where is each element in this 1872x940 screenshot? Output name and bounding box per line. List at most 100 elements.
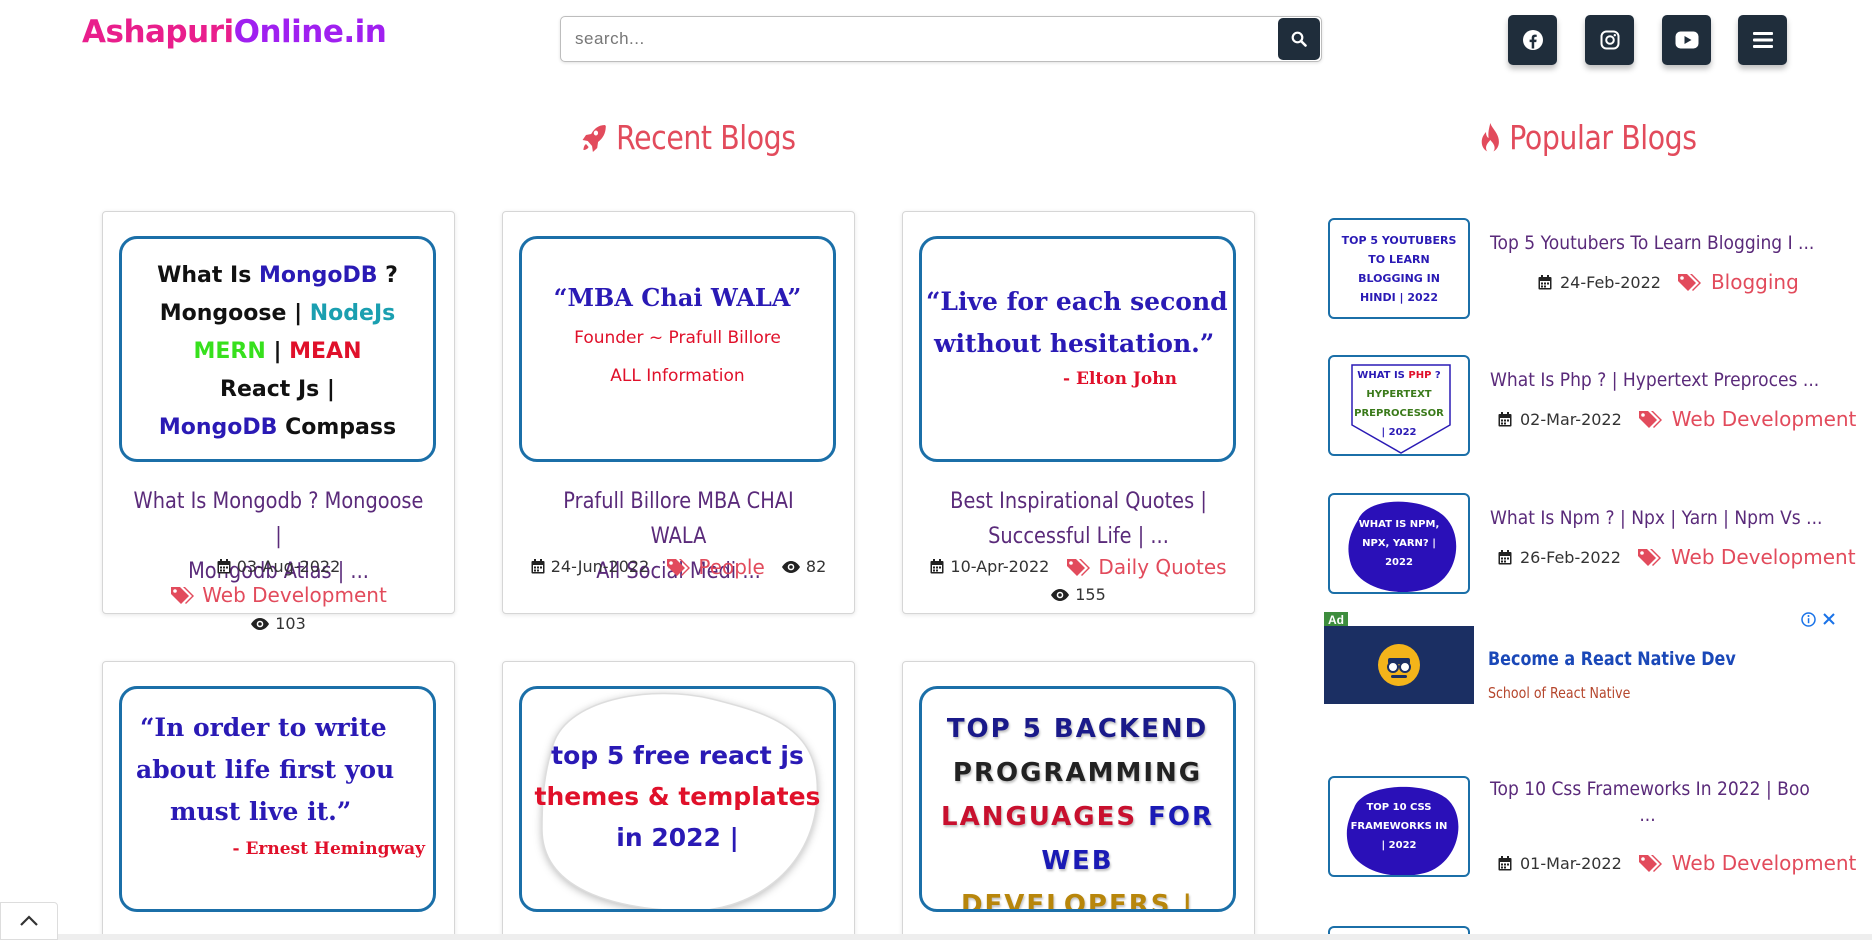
blog-views: 103 — [275, 613, 306, 633]
popular-blog-title-line: ... — [1639, 804, 1656, 826]
blog-date: 24-Jun-2022 — [550, 556, 650, 576]
ad-title[interactable]: Become a React Native Dev — [1488, 648, 1736, 670]
blog-date: 01-Mar-2022 — [1520, 853, 1622, 873]
blog-card[interactable]: top 5 free react js themes & templates i… — [502, 661, 855, 940]
blog-thumbnail[interactable]: What Is MongoDB ? Mongoose | NodeJs MERN… — [119, 236, 436, 462]
facebook-button[interactable] — [1508, 15, 1557, 65]
scroll-to-top-button[interactable] — [0, 902, 58, 940]
blog-date: 10-Apr-2022 — [950, 556, 1050, 576]
popular-blog-item[interactable]: TOP 10 CSS FRAMEWORKS IN | 2022 Top 10 C… — [1328, 774, 1856, 880]
thumb-text: top 5 free react js — [551, 741, 804, 770]
ad-subtitle[interactable]: School of React Native — [1488, 684, 1630, 702]
logo-part-online: Online.in — [233, 14, 387, 50]
thumb-text: React Js | — [220, 377, 335, 402]
blog-card[interactable]: What Is MongoDB ? Mongoose | NodeJs MERN… — [102, 211, 455, 633]
ad-controls — [1801, 612, 1836, 627]
popular-blog-item[interactable]: WHAT IS NPM, NPX, YARN? | 2022 What Is N… — [1328, 493, 1856, 597]
blog-category-link[interactable]: Web Development — [1672, 407, 1857, 431]
calendar-icon — [1498, 411, 1512, 426]
popular-blog-meta: 26-Feb-2022 Web Development — [1498, 545, 1856, 569]
blog-thumbnail[interactable]: “Live for each second without hesitation… — [919, 236, 1236, 462]
ad-info-icon[interactable] — [1801, 612, 1816, 627]
thumb-text: ? — [1431, 369, 1441, 381]
site-logo[interactable]: AshapuriOnline.in — [82, 14, 387, 50]
calendar-icon — [1538, 274, 1552, 289]
youtube-icon — [1675, 31, 1698, 49]
blog-category-link[interactable]: Web Development — [202, 581, 387, 609]
popular-blog-item[interactable]: TOP 5 YOUTUBERS TO LEARN BLOGGING IN HIN… — [1328, 218, 1848, 322]
tags-icon — [667, 558, 691, 576]
blog-card[interactable]: “MBA Chai WALA” Founder ~ Prafull Billor… — [502, 211, 855, 614]
popular-blog-title[interactable]: What Is Npm ? | Npx | Yarn | Npm Vs ... — [1490, 503, 1822, 533]
popular-blog-item[interactable]: WHAT IS PHP ? HYPERTEXT PREPROCESSOR | 2… — [1328, 355, 1856, 459]
thumb-quote: about life first you — [136, 755, 395, 784]
recent-blogs-heading: Recent Blogs — [580, 118, 796, 157]
calendar-icon — [930, 559, 944, 574]
blog-thumbnail[interactable]: top 5 free react js themes & templates i… — [519, 686, 836, 912]
blog-card-title[interactable]: Best Inspirational Quotes | Successful L… — [933, 484, 1224, 554]
blog-category-link[interactable]: Blogging — [1711, 270, 1799, 294]
advertisement[interactable]: Ad Become a React Native Dev School of R… — [1324, 612, 1836, 706]
blog-card-title-line: Prafull Billore MBA CHAI WALA — [563, 489, 794, 549]
thumb-text: What Is — [157, 263, 259, 288]
blog-category-link[interactable]: Daily Quotes — [1098, 553, 1226, 581]
blog-card[interactable]: “Live for each second without hesitation… — [902, 211, 1255, 614]
popular-blog-title[interactable]: What Is Php ? | Hypertext Preproces ... — [1490, 365, 1819, 395]
blog-date: 24-Feb-2022 — [1560, 272, 1661, 292]
facebook-icon — [1522, 30, 1543, 50]
blog-category-link[interactable]: People — [698, 553, 764, 581]
blog-thumbnail[interactable]: “In order to write about life first you … — [119, 686, 436, 912]
popular-blog-thumbnail[interactable]: TOP 10 CSS FRAMEWORKS IN | 2022 — [1328, 776, 1470, 877]
thumb-text: | 2022 — [1381, 426, 1417, 438]
youtube-button[interactable] — [1662, 15, 1711, 65]
blog-category-link[interactable]: Web Development — [1672, 851, 1857, 875]
blog-card-meta: 10-Apr-2022 Daily Quotes 155 — [903, 552, 1254, 609]
logo-part-ashapuri: Ashapuri — [82, 14, 234, 50]
popular-blog-meta: 02-Mar-2022 Web Development — [1498, 407, 1856, 431]
search-input[interactable] — [561, 17, 1277, 61]
blog-date: 26-Feb-2022 — [1520, 547, 1621, 567]
instagram-button[interactable] — [1585, 15, 1634, 65]
eye-icon — [251, 617, 270, 630]
popular-blog-title[interactable]: Top 5 Youtubers To Learn Blogging I ... — [1490, 228, 1814, 258]
blog-category-link[interactable]: Web Development — [1671, 545, 1856, 569]
tags-icon — [1067, 558, 1091, 576]
thumb-text: MEAN — [289, 339, 362, 364]
tags-icon — [1638, 855, 1662, 872]
popular-blog-thumbnail[interactable]: TOP 5 YOUTUBERS TO LEARN BLOGGING IN HIN… — [1328, 218, 1470, 319]
thumb-quote: “MBA Chai WALA” — [553, 283, 802, 312]
blog-card[interactable]: TOP 5 BACKEND PROGRAMMING LANGUAGES FOR … — [902, 661, 1255, 940]
blog-card[interactable]: “In order to write about life first you … — [102, 661, 455, 940]
thumb-text: LANGUAGES — [941, 802, 1138, 832]
menu-button[interactable] — [1738, 15, 1787, 65]
popular-blog-meta: 24-Feb-2022 Blogging — [1538, 270, 1799, 294]
popular-blog-title[interactable]: Top 10 Css Frameworks In 2022 | Boo ... — [1490, 774, 1810, 826]
blog-thumbnail[interactable]: “MBA Chai WALA” Founder ~ Prafull Billor… — [519, 236, 836, 462]
thumb-text: PROGRAMMING — [952, 758, 1203, 788]
popular-blog-thumbnail[interactable]: WHAT IS PHP ? HYPERTEXT PREPROCESSOR | 2… — [1328, 355, 1470, 456]
thumb-quote: without hesitation.” — [934, 329, 1215, 358]
thumb-text: DEVELOPERS | — [960, 890, 1195, 912]
blog-thumbnail[interactable]: TOP 5 BACKEND PROGRAMMING LANGUAGES FOR … — [919, 686, 1236, 912]
blog-views: 155 — [1075, 585, 1106, 604]
thumb-text: ALL Information — [610, 366, 745, 386]
search-button[interactable] — [1278, 18, 1320, 60]
thumb-text: themes & templates — [534, 782, 821, 811]
calendar-icon — [217, 559, 231, 574]
tags-icon — [1638, 411, 1662, 428]
popular-blog-thumbnail[interactable]: WHAT IS NPM, NPX, YARN? | 2022 — [1328, 493, 1470, 594]
blog-card-meta: 03-Aug-2022 Web Development 103 — [103, 552, 454, 638]
ad-close-icon[interactable] — [1822, 612, 1836, 626]
thumb-text: TOP 5 BACKEND — [946, 714, 1209, 744]
thumb-text: MongoDB — [258, 263, 378, 288]
thumb-text: Mongoose | — [159, 301, 310, 326]
popular-blog-title-line: Top 10 Css Frameworks In 2022 | Boo — [1490, 778, 1810, 800]
search-bar — [560, 16, 1322, 62]
blog-card-meta: 24-Jun-2022 People 82 — [503, 552, 854, 581]
tags-icon — [171, 587, 195, 604]
tags-icon — [1637, 549, 1661, 566]
ad-image[interactable] — [1324, 626, 1474, 704]
thumb-text: PHP — [1408, 369, 1432, 381]
thumb-author: - Elton John — [1063, 369, 1177, 389]
calendar-icon — [1498, 549, 1512, 564]
